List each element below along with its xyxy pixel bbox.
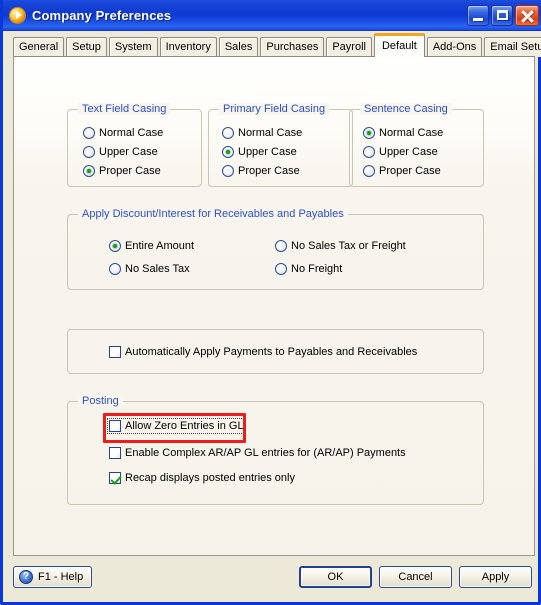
tab-inventory[interactable]: Inventory bbox=[159, 37, 217, 57]
group-primary-field-casing: Primary Field Casing Normal Case Upper C… bbox=[208, 103, 353, 187]
cancel-button-label: Cancel bbox=[398, 571, 433, 583]
radio-label: No Freight bbox=[291, 263, 343, 275]
question-mark-icon: ? bbox=[19, 570, 33, 584]
tab-setup[interactable]: Setup bbox=[66, 37, 107, 57]
radio-primary-upper-case[interactable]: Upper Case bbox=[222, 146, 297, 158]
tab-general[interactable]: General bbox=[13, 37, 65, 57]
radio-no-sales-tax[interactable]: No Sales Tax bbox=[109, 263, 190, 275]
tab-payroll[interactable]: Payroll bbox=[326, 37, 372, 57]
radio-entire-amount[interactable]: Entire Amount bbox=[109, 240, 194, 252]
checkbox-icon bbox=[109, 472, 121, 484]
panel-background: Text Field Casing Normal Case Upper Case… bbox=[14, 57, 534, 555]
group-title-text-field-casing: Text Field Casing bbox=[78, 103, 171, 115]
radio-label: Upper Case bbox=[379, 146, 438, 158]
tab-default[interactable]: Default bbox=[373, 33, 425, 57]
checkbox-label: Recap displays posted entries only bbox=[125, 472, 295, 484]
help-button-label: F1 - Help bbox=[38, 571, 84, 583]
tab-system[interactable]: System bbox=[108, 37, 158, 57]
window-controls bbox=[467, 4, 539, 26]
radio-icon bbox=[275, 263, 287, 275]
window-title: Company Preferences bbox=[32, 7, 172, 23]
checkbox-label: Enable Complex AR/AP GL entries for (AR/… bbox=[125, 447, 406, 459]
radio-sentence-upper-case[interactable]: Upper Case bbox=[363, 146, 438, 158]
ok-button[interactable]: OK bbox=[299, 566, 372, 588]
checkbox-icon bbox=[109, 346, 121, 358]
group-text-field-casing: Text Field Casing Normal Case Upper Case… bbox=[67, 103, 202, 187]
checkbox-icon bbox=[109, 420, 121, 432]
apply-button-label: Apply bbox=[481, 571, 510, 583]
checkbox-auto-apply-payments[interactable]: Automatically Apply Payments to Payables… bbox=[109, 346, 417, 358]
company-preferences-window: Company Preferences General Setup System… bbox=[0, 0, 541, 605]
radio-icon bbox=[275, 240, 287, 252]
radio-label: Proper Case bbox=[238, 165, 300, 177]
radio-no-sales-tax-or-freight[interactable]: No Sales Tax or Freight bbox=[275, 240, 406, 252]
apply-button[interactable]: Apply bbox=[459, 566, 532, 588]
tab-strip: General Setup System Inventory Sales Pur… bbox=[6, 31, 541, 57]
radio-label: Proper Case bbox=[99, 165, 161, 177]
group-title-posting: Posting bbox=[78, 395, 123, 407]
radio-primary-proper-case[interactable]: Proper Case bbox=[222, 165, 300, 177]
group-posting: Posting Allow Zero Entries in GL Enable … bbox=[67, 395, 484, 505]
checkbox-icon bbox=[109, 447, 121, 459]
group-sentence-casing: Sentence Casing Normal Case Upper Case P… bbox=[349, 103, 484, 187]
radio-label: Upper Case bbox=[99, 146, 158, 158]
tab-add-ons[interactable]: Add-Ons bbox=[426, 37, 483, 57]
radio-icon bbox=[222, 146, 234, 158]
tab-sales[interactable]: Sales bbox=[218, 37, 259, 57]
radio-icon bbox=[109, 263, 121, 275]
tab-purchases[interactable]: Purchases bbox=[260, 37, 325, 57]
radio-label: Normal Case bbox=[99, 127, 164, 139]
radio-label: Proper Case bbox=[379, 165, 441, 177]
radio-icon bbox=[222, 165, 234, 177]
minimize-button[interactable] bbox=[467, 4, 489, 26]
default-tab-panel: Text Field Casing Normal Case Upper Case… bbox=[13, 56, 535, 556]
group-title-sentence-casing: Sentence Casing bbox=[360, 103, 452, 115]
radio-text-normal-case[interactable]: Normal Case bbox=[83, 127, 163, 139]
checkbox-allow-zero-entries-in-gl[interactable]: Allow Zero Entries in GL bbox=[107, 418, 246, 434]
radio-icon bbox=[363, 127, 375, 139]
radio-sentence-proper-case[interactable]: Proper Case bbox=[363, 165, 441, 177]
radio-label: Entire Amount bbox=[125, 240, 195, 252]
radio-primary-normal-case[interactable]: Normal Case bbox=[222, 127, 302, 139]
radio-icon bbox=[363, 165, 375, 177]
radio-label: No Sales Tax bbox=[125, 263, 190, 275]
group-title-primary-field-casing: Primary Field Casing bbox=[219, 103, 330, 115]
checkbox-label: Automatically Apply Payments to Payables… bbox=[125, 346, 418, 358]
radio-label: No Sales Tax or Freight bbox=[291, 240, 406, 252]
radio-icon bbox=[222, 127, 234, 139]
radio-label: Normal Case bbox=[238, 127, 303, 139]
radio-icon bbox=[363, 146, 375, 158]
group-title-apply-discount: Apply Discount/Interest for Receivables … bbox=[78, 208, 348, 220]
radio-icon bbox=[83, 165, 95, 177]
checkbox-label: Allow Zero Entries in GL bbox=[125, 420, 244, 432]
maximize-button[interactable] bbox=[491, 4, 513, 26]
tab-email-setup[interactable]: Email Setup bbox=[484, 37, 541, 57]
checkbox-recap-displays-posted-entries-only[interactable]: Recap displays posted entries only bbox=[109, 472, 295, 484]
radio-icon bbox=[83, 127, 95, 139]
radio-no-freight[interactable]: No Freight bbox=[275, 263, 342, 275]
radio-label: Upper Case bbox=[238, 146, 297, 158]
radio-sentence-normal-case[interactable]: Normal Case bbox=[363, 127, 443, 139]
close-button[interactable] bbox=[515, 4, 539, 26]
play-circle-icon bbox=[9, 6, 26, 24]
radio-text-upper-case[interactable]: Upper Case bbox=[83, 146, 158, 158]
radio-label: Normal Case bbox=[379, 127, 444, 139]
ok-button-label: OK bbox=[327, 571, 344, 583]
title-bar: Company Preferences bbox=[3, 0, 541, 31]
cancel-button[interactable]: Cancel bbox=[379, 566, 452, 588]
radio-text-proper-case[interactable]: Proper Case bbox=[83, 165, 161, 177]
group-apply-discount: Apply Discount/Interest for Receivables … bbox=[67, 208, 484, 290]
help-button[interactable]: ? F1 - Help bbox=[13, 566, 92, 588]
radio-icon bbox=[109, 240, 121, 252]
group-auto-apply-payments: Automatically Apply Payments to Payables… bbox=[67, 329, 484, 374]
checkbox-enable-complex-ar-ap-gl-entries[interactable]: Enable Complex AR/AP GL entries for (AR/… bbox=[109, 447, 406, 459]
radio-icon bbox=[83, 146, 95, 158]
